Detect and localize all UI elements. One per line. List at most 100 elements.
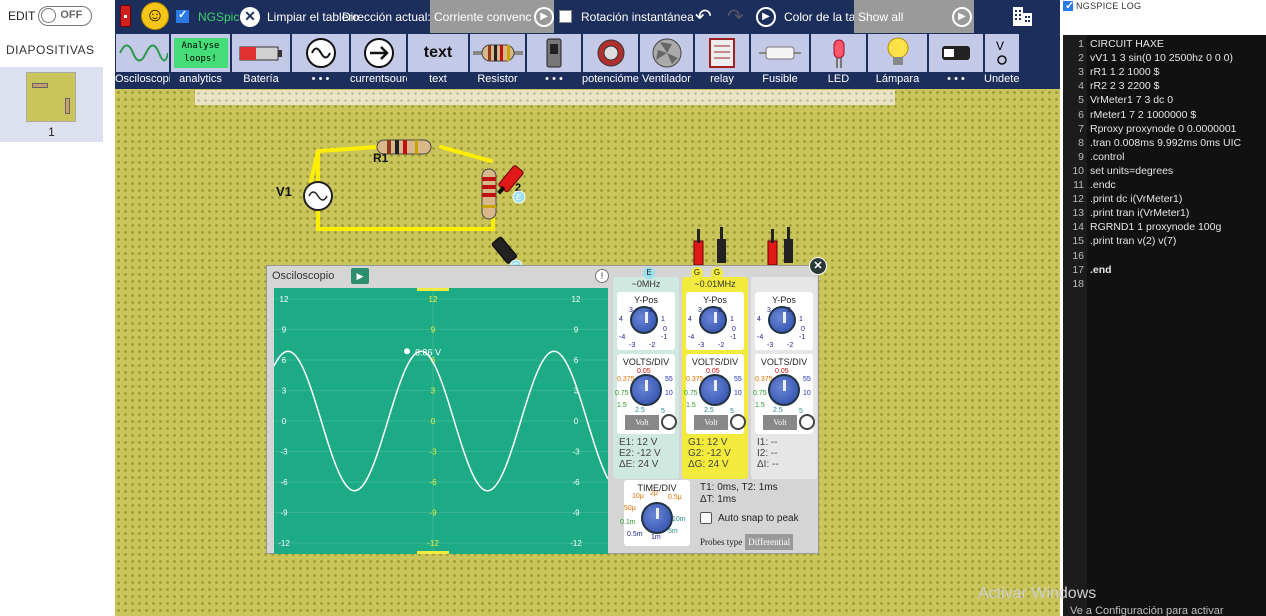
v1-label: V1 [276, 184, 292, 199]
volt-mode-button[interactable]: Volt [763, 415, 797, 430]
ypos-scale-label: -3 [629, 342, 636, 349]
ypos-scale-label: 1 [661, 316, 665, 323]
board-color-label: Color de la tabla [784, 9, 854, 24]
close-icon[interactable]: ✕ [809, 257, 827, 275]
palette-item-label: • • • [311, 73, 330, 85]
probes-type-label: Probes type [700, 537, 743, 547]
ypos-scale-label: 1 [799, 316, 803, 323]
redo-icon[interactable]: ↷ [727, 0, 744, 33]
palette-item-arrow[interactable]: currentsource [350, 33, 407, 89]
resistor-r2[interactable] [481, 168, 497, 220]
building-icon[interactable] [1011, 4, 1035, 28]
trigger-marker[interactable] [417, 551, 449, 554]
palette-item-text[interactable]: text text [407, 33, 469, 89]
ngspice-checkbox[interactable] [176, 8, 189, 23]
power-icon[interactable] [120, 5, 131, 27]
resistor-icon [470, 34, 525, 72]
vdiv-scale-label: 55 [734, 376, 742, 383]
y-tick-label: -6 [280, 478, 288, 487]
palette-item-battery[interactable]: Batería [231, 33, 291, 89]
ngspice-toggle[interactable]: NGSpice [176, 0, 246, 33]
readout-line: I2: -- [757, 448, 778, 459]
peak-label: 6.86 V [415, 347, 441, 357]
log-line: 7 Rproxy proxynode 0 0.0000001 [1063, 122, 1266, 136]
buzzer-icon [929, 34, 983, 72]
ngspice-log[interactable]: 1 CIRCUIT HAXE 2 vV1 1 3 sin(0 10 2500hz 0 … [1063, 35, 1266, 616]
palette-item-pot[interactable]: potenciómetro [582, 33, 639, 89]
palette-item-undetermined[interactable]: V Undetermined [984, 33, 1020, 89]
time-scale-label: 50μ [624, 505, 636, 512]
wire[interactable] [316, 215, 495, 231]
readout-line: I1: -- [757, 437, 778, 448]
ypos-scale-label: 1 [730, 316, 734, 323]
ypos-knob[interactable] [768, 306, 796, 334]
palette-item-label: currentsource [350, 73, 407, 85]
ypos-section: Y-Pos 4 3 2 1 0 -1 -2 -3 -4 [755, 292, 813, 350]
line-number: 9 [1078, 150, 1084, 163]
palette-item-relay[interactable]: relay [694, 33, 750, 89]
volt-mode-button[interactable]: Volt [694, 415, 728, 430]
log-line: 17 .end [1063, 263, 1266, 277]
oscilloscope-panel[interactable]: Osciloscopio ▶ ! 12 9 6 3 0 -3 -6 -9 -12 12 9 6 3 0 -3… [266, 257, 827, 554]
palette-item-sine[interactable]: Osciloscopio [115, 33, 170, 89]
wire[interactable] [309, 145, 379, 183]
log-checkbox[interactable] [1063, 0, 1075, 12]
peak-marker[interactable] [404, 348, 410, 355]
slide-thumbnail[interactable]: 1 [0, 67, 103, 142]
palette-item-buzzer[interactable]: • • • [928, 33, 984, 89]
undo-icon[interactable]: ↶ [695, 0, 712, 33]
readout-line: E1: 12 V [619, 437, 658, 448]
play-button[interactable]: ▶ [756, 0, 776, 33]
probe-black[interactable] [491, 236, 517, 264]
show-select[interactable]: Show all ▶ [854, 0, 974, 33]
ac-source-v1[interactable] [303, 181, 333, 211]
auto-snap-toggle[interactable]: Auto snap to peak [700, 512, 799, 524]
channel-i-probes[interactable] [767, 227, 793, 266]
trigger-marker[interactable] [417, 288, 449, 291]
channel-g-probes[interactable] [693, 227, 726, 266]
direction-select[interactable]: Corriente convencional ▶ [430, 0, 554, 33]
fine-adjust-knob[interactable] [799, 414, 815, 430]
palette-item-led[interactable]: LED [810, 33, 867, 89]
palette-item-analyse[interactable]: Analyse loops! analytics [170, 33, 231, 89]
ypos-knob[interactable] [699, 306, 727, 334]
volts-div-section: VOLTS/DIV 0.375 0.05 0.75 1.5 2.5 5 10 55 Volt [753, 354, 815, 434]
palette-item-lamp[interactable]: Lámpara [867, 33, 928, 89]
palette-item-fuse[interactable]: Fusible [750, 33, 810, 89]
log-line: 5 VrMeter1 7 3 dc 0 [1063, 93, 1266, 107]
led-icon [811, 34, 866, 72]
fine-adjust-knob[interactable] [661, 414, 677, 430]
palette-item-ac-source[interactable]: • • • [291, 33, 350, 89]
volt-mode-button[interactable]: Volt [625, 415, 659, 430]
probes-type-select[interactable]: Differential [745, 534, 794, 550]
line-number: 12 [1072, 193, 1084, 206]
play-icon[interactable]: ▶ [351, 268, 369, 284]
ypos-scale-label: 3 [629, 307, 633, 314]
auto-snap-checkbox[interactable] [700, 512, 712, 524]
breadboard[interactable]: V1 R1 2 E Osciloscopio ▶ ! 12 9 6 3 0 -3… [115, 89, 1060, 616]
channel-tag-g: G [711, 267, 723, 279]
rotation-checkbox[interactable] [559, 10, 572, 23]
ypos-section: Y-Pos 4 3 2 1 0 -1 -2 -3 -4 [617, 292, 675, 350]
y-tick-label: 12 [572, 295, 581, 304]
wire[interactable] [439, 145, 493, 163]
info-icon[interactable]: ! [595, 269, 609, 283]
fine-adjust-knob[interactable] [730, 414, 746, 430]
play-icon[interactable]: ▶ [534, 6, 554, 27]
ypos-knob[interactable] [630, 306, 658, 334]
palette-item-switch[interactable]: • • • [526, 33, 582, 89]
vdiv-scale-label: 2.5 [704, 407, 714, 414]
palette-item-label: Osciloscopio [115, 73, 170, 85]
ypos-scale-label: -2 [787, 342, 794, 349]
time-scale-label: 0.1m [620, 519, 636, 526]
edit-toggle[interactable]: OFF [38, 6, 93, 26]
channel-frequency: ~0MHz [631, 279, 661, 289]
palette-item-resistor[interactable]: Resistor [469, 33, 526, 89]
palette-item-fan[interactable]: Ventilador [639, 33, 694, 89]
play-icon[interactable]: ▶ [952, 6, 972, 27]
slide-number: 1 [48, 125, 55, 139]
rotation-toggle[interactable]: Rotación instantánea [559, 0, 694, 33]
smiley-icon[interactable]: ☺ [141, 2, 169, 30]
wire-group [309, 145, 495, 231]
channel-panel-e: ~0MHz Y-Pos 4 3 2 1 0 -1 -2 -3 -4 VOLTS/DIV 0.375 0.0… [613, 277, 679, 479]
